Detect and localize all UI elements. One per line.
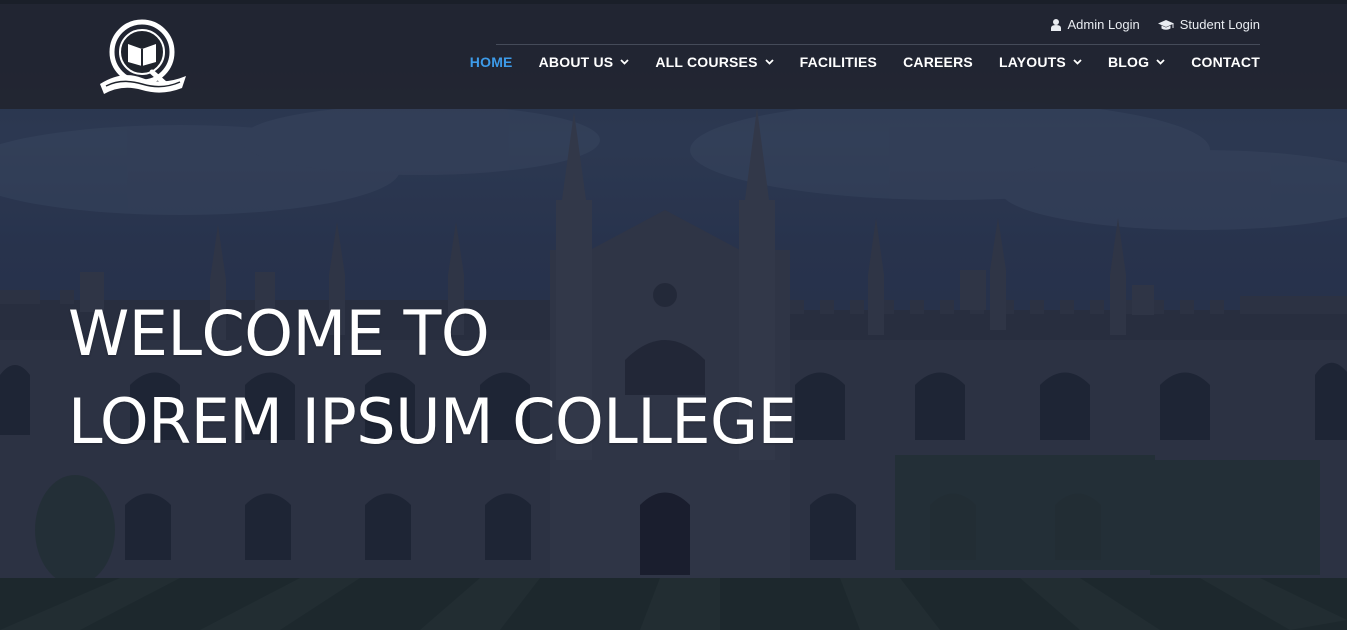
chevron-down-icon bbox=[1073, 59, 1082, 65]
nav-item-home[interactable]: HOME bbox=[470, 54, 513, 70]
nav-item-about-us[interactable]: ABOUT US bbox=[539, 54, 630, 70]
site-header: Admin Login Student Login HOME ABOUT US … bbox=[0, 4, 1347, 109]
admin-login-label: Admin Login bbox=[1067, 17, 1140, 32]
graduation-cap-icon bbox=[1157, 19, 1174, 30]
user-icon bbox=[1051, 18, 1062, 31]
main-nav: HOME ABOUT US ALL COURSES FACILITIES CAR… bbox=[470, 54, 1260, 70]
nav-item-careers[interactable]: CAREERS bbox=[903, 54, 973, 70]
site-logo[interactable] bbox=[92, 14, 192, 104]
nav-item-blog[interactable]: BLOG bbox=[1108, 54, 1165, 70]
nav-item-label: FACILITIES bbox=[799, 54, 878, 70]
nav-item-label: HOME bbox=[469, 54, 513, 70]
login-links: Admin Login Student Login bbox=[1051, 17, 1260, 32]
nav-divider bbox=[496, 44, 1260, 45]
student-login-link[interactable]: Student Login bbox=[1157, 17, 1260, 32]
chevron-down-icon bbox=[764, 59, 774, 65]
nav-item-contact[interactable]: CONTACT bbox=[1191, 54, 1260, 70]
nav-item-facilities[interactable]: FACILITIES bbox=[800, 54, 877, 70]
chevron-down-icon bbox=[1156, 59, 1165, 65]
open-book-crest-logo-icon bbox=[100, 19, 186, 94]
nav-item-label: ABOUT US bbox=[538, 54, 614, 70]
nav-item-label: BLOG bbox=[1107, 54, 1150, 70]
nav-item-label: CAREERS bbox=[903, 54, 973, 70]
nav-item-label: LAYOUTS bbox=[998, 54, 1066, 70]
hero-title-line-2: LOREM IPSUM COLLEGE bbox=[68, 385, 797, 458]
nav-item-label: ALL COURSES bbox=[655, 54, 758, 70]
admin-login-link[interactable]: Admin Login bbox=[1051, 17, 1140, 32]
nav-item-all-courses[interactable]: ALL COURSES bbox=[655, 54, 774, 70]
top-border bbox=[0, 0, 1347, 4]
nav-item-label: CONTACT bbox=[1191, 54, 1260, 70]
chevron-down-icon bbox=[620, 59, 629, 65]
nav-item-layouts[interactable]: LAYOUTS bbox=[999, 54, 1082, 70]
student-login-label: Student Login bbox=[1179, 17, 1260, 32]
hero-title-line-1: WELCOME TO bbox=[68, 297, 490, 370]
hero-title: WELCOME TO LOREM IPSUM COLLEGE bbox=[68, 290, 797, 466]
